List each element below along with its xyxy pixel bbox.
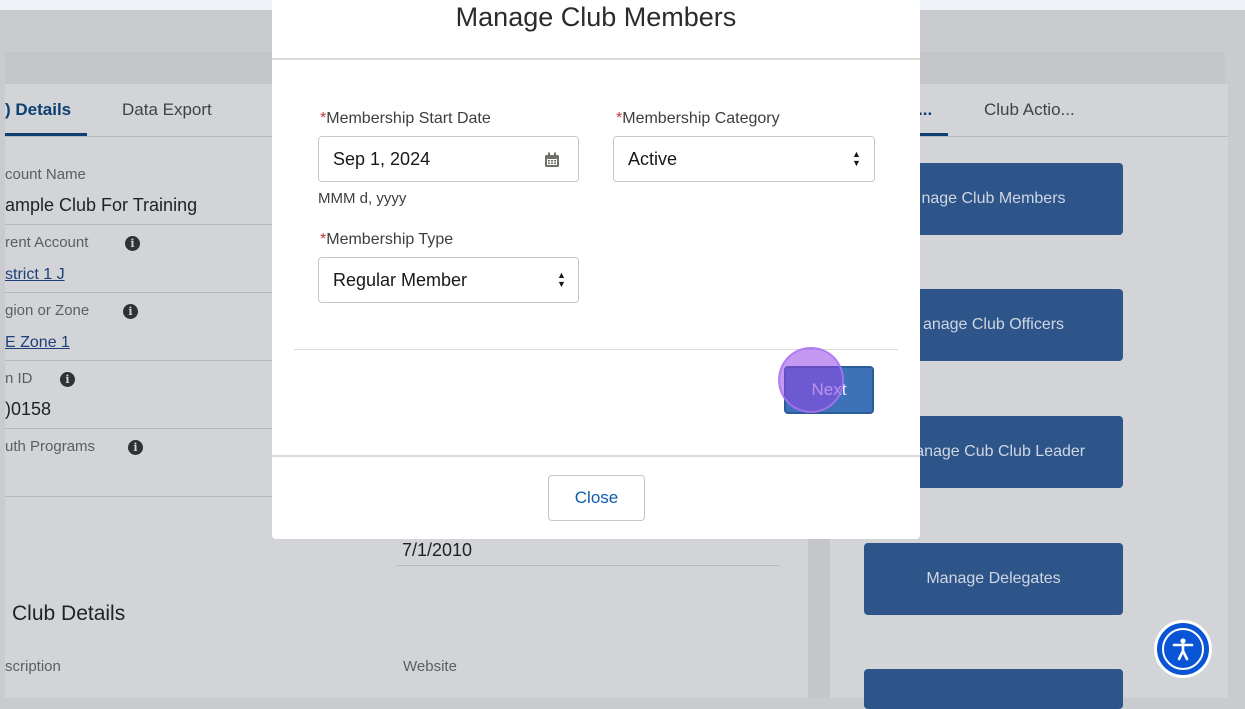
membership-start-date-input[interactable]: Sep 1, 2024 [318,136,579,182]
field-label-id: n ID [5,370,33,387]
membership-category-select[interactable]: Active ▲ ▼ [613,136,875,182]
modal-footer: Close [272,455,920,539]
section-title-club-details: Club Details [12,602,126,625]
field-label-parent-account: rent Account [5,234,89,251]
membership-category-label: *Membership Category [616,110,780,127]
membership-category-value: Active [628,148,678,169]
modal-header: Manage Club Members [272,0,920,60]
field-label-website: Website [403,658,457,675]
modal-body: *Membership Start Date Sep 1, 2024 MMM d… [272,60,920,455]
click-indicator [778,347,844,413]
field-link-region[interactable]: E Zone 1 [5,334,70,352]
field-divider [5,224,272,225]
action-button-partial[interactable] [864,669,1123,709]
calendar-icon[interactable] [544,152,560,168]
field-value-chartered-date: 7/1/2010 [402,540,473,560]
membership-type-value: Regular Member [333,269,468,290]
field-divider [5,360,272,361]
field-divider [5,292,272,293]
field-link-parent-account[interactable]: strict 1 J [5,266,65,284]
tab-club-actions[interactable]: Club Actio... [984,100,1075,120]
field-value-account-name: ample Club For Training [5,195,198,215]
select-arrows-icon: ▲ ▼ [852,149,861,168]
field-value-id: )0158 [5,399,52,419]
field-divider [5,428,272,429]
tab-data-export[interactable]: Data Export [122,100,212,120]
info-icon[interactable]: i [128,440,143,455]
field-label-description: scription [5,658,61,675]
info-icon[interactable]: i [60,372,75,387]
tab-details[interactable]: ) Details [5,100,71,120]
membership-type-select[interactable]: Regular Member ▲ ▼ [318,257,579,303]
accessibility-inner-ring [1162,628,1204,670]
field-divider [5,496,272,497]
close-button[interactable]: Close [548,475,645,521]
modal-title: Manage Club Members [455,2,737,32]
field-label-account-name: count Name [5,166,86,183]
membership-type-label: *Membership Type [320,231,454,248]
field-label-region: gion or Zone [5,302,90,319]
accessibility-icon[interactable] [1154,620,1212,678]
field-label-youth-programs: uth Programs [5,438,96,455]
manage-delegates-button[interactable]: Manage Delegates [864,543,1123,615]
accessibility-figure [1172,638,1194,661]
membership-start-date-label: *Membership Start Date [320,110,491,127]
date-format-hint: MMM d, yyyy [318,190,407,207]
tab-related[interactable]: ... [918,100,932,120]
field-divider [397,565,779,566]
info-icon[interactable]: i [123,304,138,319]
info-icon[interactable]: i [125,236,140,251]
select-arrows-icon: ▲ ▼ [557,270,566,289]
membership-start-date-value: Sep 1, 2024 [333,148,431,169]
